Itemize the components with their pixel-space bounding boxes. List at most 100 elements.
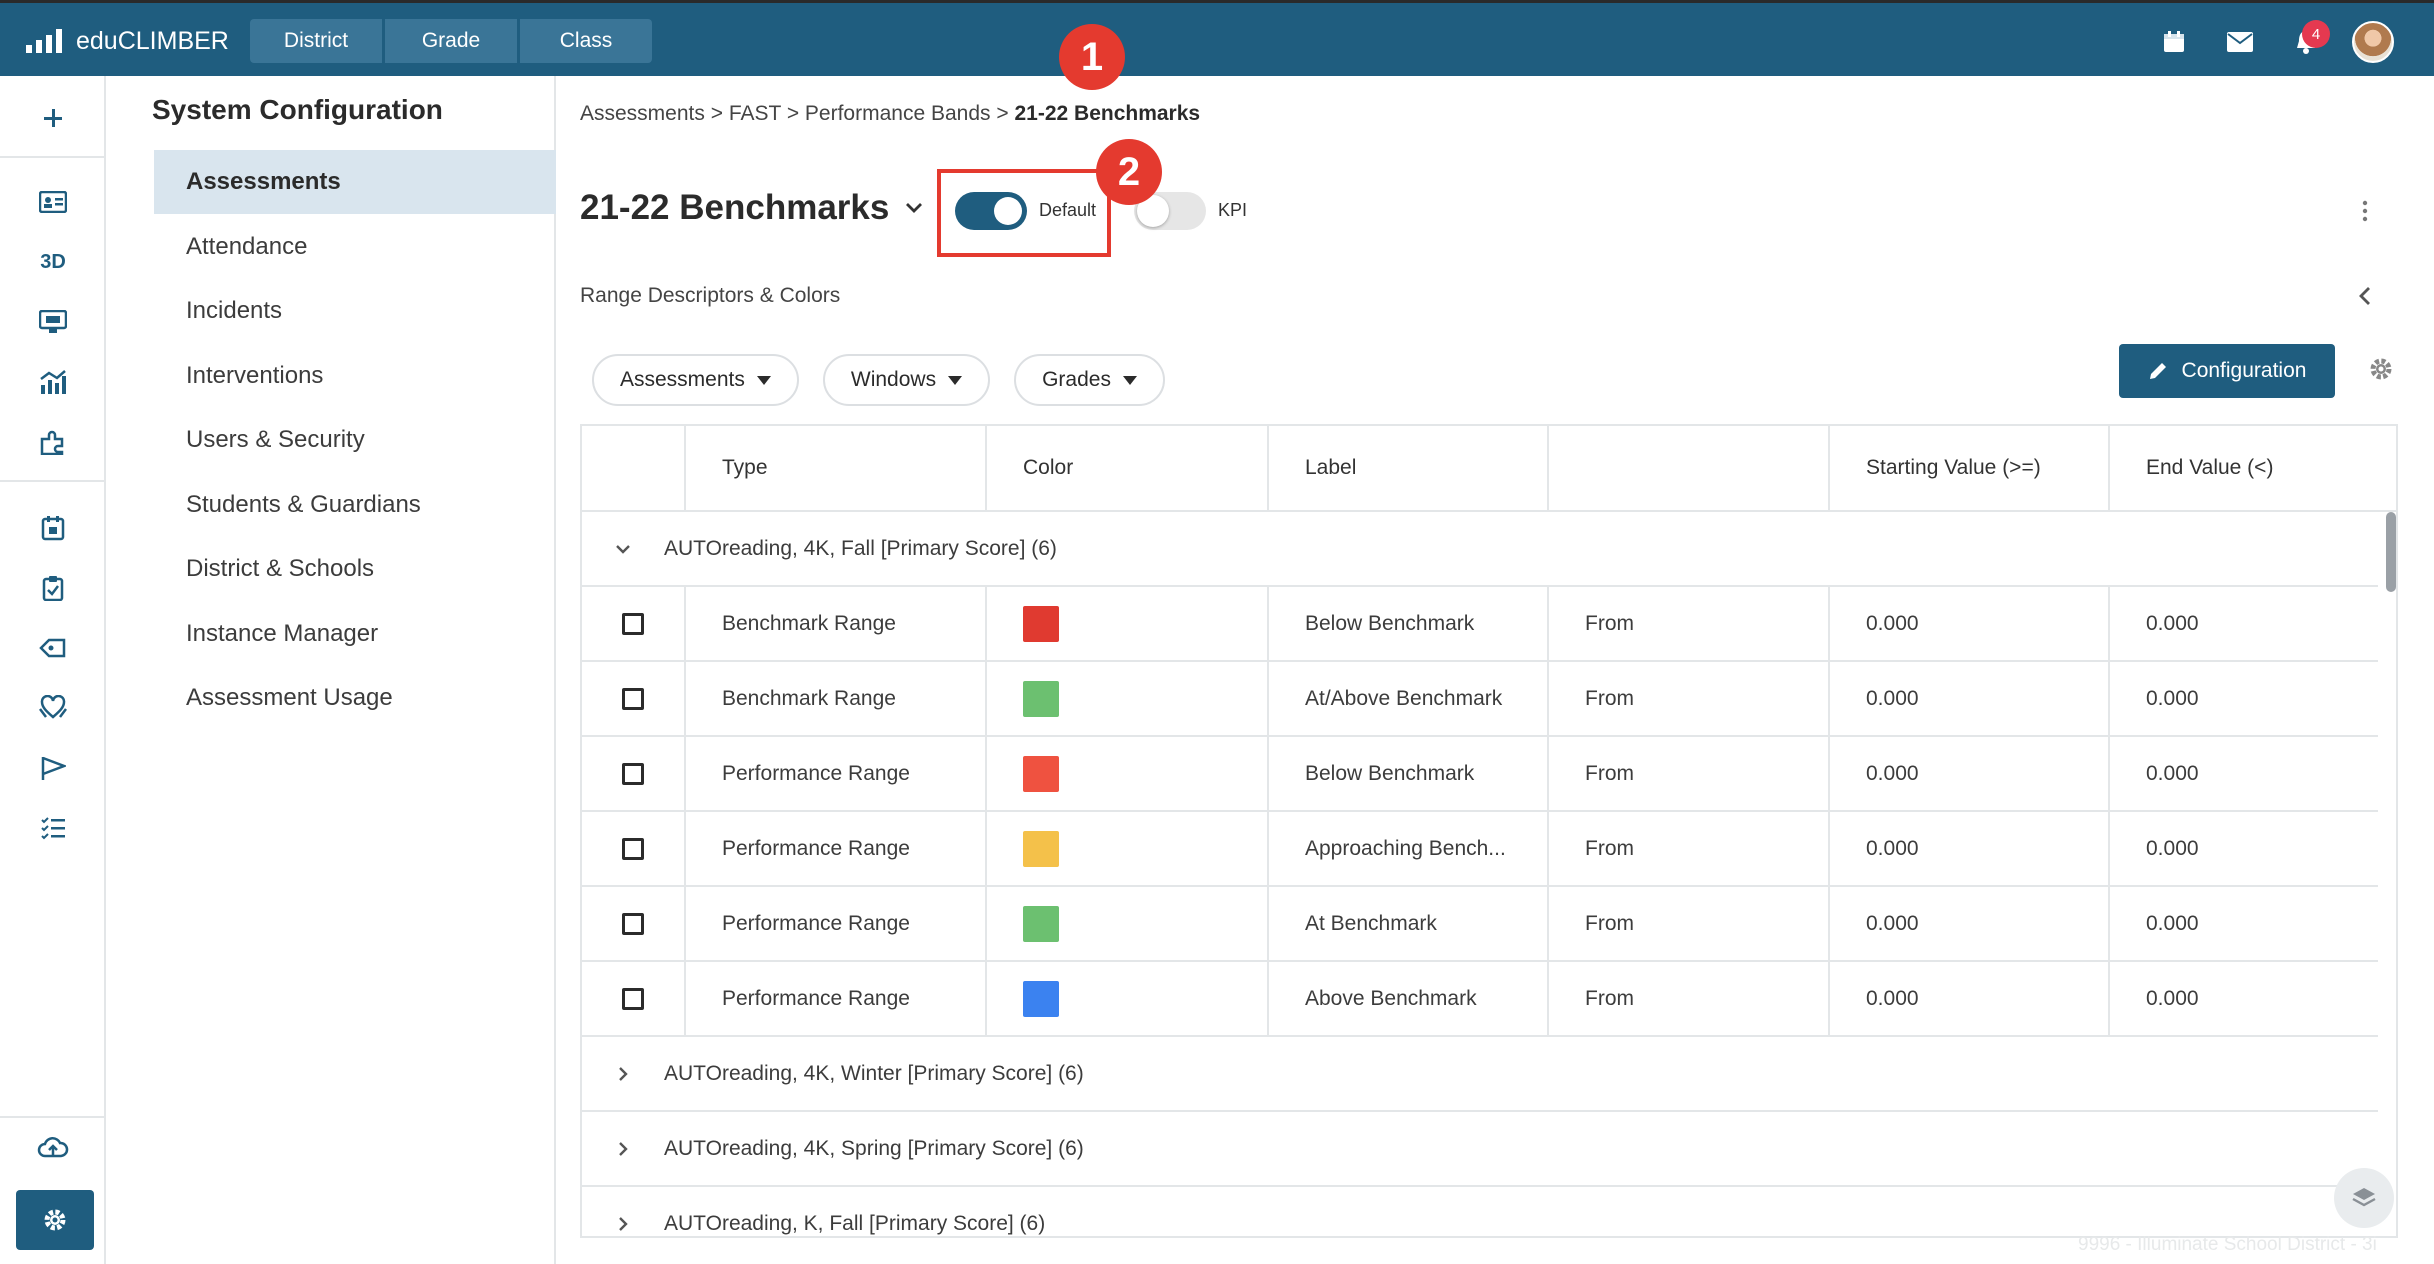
ad-screen-icon[interactable] — [28, 300, 78, 344]
grades-filter[interactable]: Grades — [1014, 354, 1165, 406]
table-row: Benchmark Range Below Benchmark From 0.000 0… — [582, 587, 2378, 662]
color-swatch[interactable] — [1023, 980, 1059, 1017]
configuration-button[interactable]: Configuration — [2119, 344, 2335, 398]
menu-item-students-guardians[interactable]: Students & Guardians — [154, 473, 556, 537]
chevron-right-icon[interactable] — [582, 1141, 664, 1157]
calendar-icon[interactable] — [2154, 22, 2194, 62]
row-checkbox[interactable] — [622, 762, 644, 785]
group-label: AUTOreading, 4K, Spring [Primary Score] … — [664, 1136, 1084, 1160]
chevron-down-icon[interactable] — [582, 544, 664, 554]
more-options-icon[interactable] — [2362, 200, 2368, 229]
rail-3d-label[interactable]: 3D — [28, 240, 78, 284]
assessments-filter-label: Assessments — [620, 368, 745, 391]
label-cell: Approaching Bench... — [1269, 812, 1549, 885]
color-cell — [987, 962, 1269, 1035]
color-swatch[interactable] — [1023, 905, 1059, 942]
breadcrumb-assessments[interactable]: Assessments — [580, 102, 705, 125]
end-cell: 0.000 — [2146, 761, 2199, 785]
system-configuration-menu: System Configuration Assessments Attenda… — [106, 76, 556, 1264]
cloud-upload-icon[interactable] — [28, 1126, 78, 1170]
label-cell: Below Benchmark — [1269, 587, 1549, 660]
nav-class-button[interactable]: Class — [520, 19, 652, 63]
user-avatar[interactable] — [2352, 21, 2394, 63]
type-cell: Performance Range — [686, 812, 987, 885]
nav-district-button[interactable]: District — [250, 19, 382, 63]
table-scrollbar[interactable] — [2386, 512, 2396, 592]
table-settings-gear-icon[interactable] — [2368, 356, 2394, 387]
header-end-value[interactable]: End Value (<) — [2110, 426, 2396, 510]
calendar-task-icon[interactable] — [28, 506, 78, 550]
analytics-chart-icon[interactable] — [28, 360, 78, 404]
rail-divider — [0, 480, 104, 482]
color-swatch[interactable] — [1023, 680, 1059, 717]
breadcrumb-separator: > — [710, 102, 723, 125]
puzzle-icon[interactable] — [28, 420, 78, 464]
add-icon[interactable] — [28, 96, 78, 140]
label-cell: At/Above Benchmark — [1269, 662, 1549, 735]
group-row-expanded[interactable]: AUTOreading, 4K, Fall [Primary Score] (6… — [582, 512, 2378, 587]
row-checkbox[interactable] — [622, 837, 644, 860]
menu-item-interventions[interactable]: Interventions — [154, 344, 556, 408]
row-select-cell — [582, 812, 686, 885]
menu-item-incidents[interactable]: Incidents — [154, 279, 556, 343]
chevron-right-icon[interactable] — [582, 1066, 664, 1082]
start-cell: 0.000 — [1830, 812, 2110, 885]
support-hands-icon[interactable] — [28, 686, 78, 730]
student-card-icon[interactable] — [28, 180, 78, 224]
settings-gear-button[interactable] — [16, 1190, 94, 1250]
color-swatch[interactable] — [1023, 605, 1059, 642]
configuration-button-label: Configuration — [2181, 359, 2307, 382]
mail-icon[interactable] — [2220, 22, 2260, 62]
windows-filter[interactable]: Windows — [822, 354, 991, 406]
menu-item-assessments[interactable]: Assessments — [154, 150, 556, 214]
breadcrumb-performance-bands[interactable]: Performance Bands — [805, 102, 991, 125]
row-select-cell — [582, 962, 686, 1035]
group-row-collapsed[interactable]: AUTOreading, 4K, Spring [Primary Score] … — [582, 1112, 2378, 1187]
start-cell: 0.000 — [1830, 737, 2110, 810]
label-cell: Below Benchmark — [1269, 737, 1549, 810]
row-checkbox[interactable] — [622, 612, 644, 635]
header-color[interactable]: Color — [987, 426, 1269, 510]
color-swatch[interactable] — [1023, 830, 1059, 867]
from-cell: From — [1549, 887, 1830, 960]
group-row-collapsed[interactable]: AUTOreading, 4K, Winter [Primary Score] … — [582, 1037, 2378, 1112]
nav-grade-button[interactable]: Grade — [385, 19, 517, 63]
chevron-right-icon[interactable] — [582, 1216, 664, 1232]
end-cell: 0.000 — [2146, 911, 2199, 935]
header-label[interactable]: Label — [1269, 426, 1549, 510]
row-checkbox[interactable] — [622, 687, 644, 710]
default-toggle[interactable] — [955, 192, 1027, 230]
color-swatch[interactable] — [1023, 755, 1059, 792]
end-cell: 0.000 — [2146, 836, 2199, 860]
app-logo[interactable]: eduCLIMBER — [26, 23, 229, 59]
row-checkbox[interactable] — [622, 987, 644, 1010]
menu-item-attendance[interactable]: Attendance — [154, 215, 556, 279]
group-row-collapsed[interactable]: AUTOreading, K, Fall [Primary Score] (6) — [582, 1187, 2378, 1236]
menu-item-users-security[interactable]: Users & Security — [154, 408, 556, 472]
start-cell: 0.000 — [1830, 587, 2110, 660]
collapse-panel-icon[interactable] — [2358, 282, 2372, 313]
menu-item-instance-manager[interactable]: Instance Manager — [154, 602, 556, 666]
layers-fab-button[interactable] — [2334, 1168, 2394, 1228]
assessments-filter[interactable]: Assessments — [592, 354, 799, 406]
page-title-dropdown[interactable]: 21-22 Benchmarks — [580, 188, 923, 228]
row-checkbox[interactable] — [622, 912, 644, 935]
tag-icon[interactable] — [28, 626, 78, 670]
logo-bars-icon — [26, 29, 62, 53]
section-label: Range Descriptors & Colors — [580, 284, 841, 307]
notifications-bell-icon[interactable]: 4 — [2286, 20, 2330, 62]
breadcrumb-fast[interactable]: FAST — [729, 102, 781, 125]
clipboard-icon[interactable] — [28, 566, 78, 610]
menu-item-assessment-usage[interactable]: Assessment Usage — [154, 666, 556, 730]
row-select-cell — [582, 587, 686, 660]
header-starting-value[interactable]: Starting Value (>=) — [1830, 426, 2110, 510]
type-cell: Performance Range — [686, 887, 987, 960]
from-cell: From — [1549, 662, 1830, 735]
flag-icon[interactable] — [28, 746, 78, 790]
table-row: Performance Range Above Benchmark From 0.00… — [582, 962, 2378, 1037]
header-type[interactable]: Type — [686, 426, 987, 510]
breadcrumb-current: 21-22 Benchmarks — [1014, 102, 1201, 125]
gear-icon — [44, 1209, 66, 1231]
menu-item-district-schools[interactable]: District & Schools — [154, 537, 556, 601]
checklist-icon[interactable] — [28, 806, 78, 850]
